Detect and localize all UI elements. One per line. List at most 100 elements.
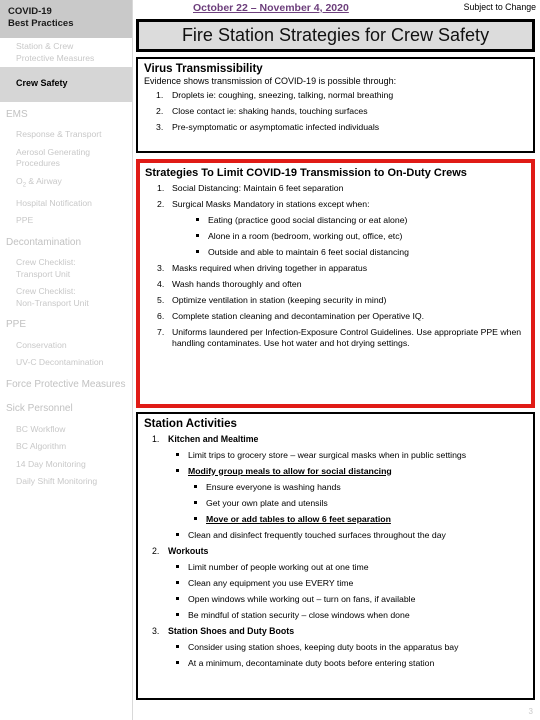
mask-exception-item-text: Alone in a room (bedroom, working out, o…	[208, 230, 403, 241]
strategies-list-part2: 3. Masks required when driving together i…	[140, 260, 531, 351]
activity-bullet-text: Clean any equipment you use EVERY time	[188, 577, 354, 588]
mask-exception-item: Outside and able to maintain 6 feet soci…	[140, 244, 531, 260]
sidebar-item-label-line1: Station & Crew	[16, 41, 74, 51]
strategy-item: 5. Optimize ventilation in station (keepi…	[140, 292, 531, 308]
virus-list-item-text: Droplets ie: coughing, sneezing, talking…	[172, 89, 394, 100]
sidebar-item-bc-workflow[interactable]: BC Workflow	[0, 421, 132, 439]
activity-sub-bullet-text: Ensure everyone is washing hands	[206, 481, 341, 492]
slide-title-box: Fire Station Strategies for Crew Safety	[136, 19, 535, 52]
sidebar-item-bc-algorithm[interactable]: BC Algorithm	[0, 438, 132, 456]
sidebar-item-ems-ppe[interactable]: PPE	[0, 212, 132, 230]
strategy-item-text: Masks required when driving together in …	[172, 262, 368, 273]
sidebar-header: COVID-19 Best Practices	[0, 0, 132, 38]
virus-list-item-text: Pre-symptomatic or asymptomatic infected…	[172, 121, 380, 132]
activity-bullet-text: Limit trips to grocery store – wear surg…	[188, 449, 467, 460]
activity-section-heading: 2. Workouts	[138, 543, 533, 559]
o2-prefix: O	[16, 175, 23, 186]
sidebar-item-crew-checklist-non-transport-unit[interactable]: Crew Checklist: Non-Transport Unit	[0, 283, 132, 312]
strategy-item: 1. Social Distancing: Maintain 6 feet sep…	[140, 180, 531, 196]
strategy-item-number: 7.	[157, 326, 165, 337]
activity-section: 1. Kitchen and Mealtime	[138, 431, 533, 447]
mask-exception-item: Alone in a room (bedroom, working out, o…	[140, 228, 531, 244]
strategy-item-text: Uniforms laundered per Infection-Exposur…	[172, 326, 522, 348]
sidebar-item-14-day-monitoring[interactable]: 14 Day Monitoring	[0, 456, 132, 474]
o2-suffix: & Airway	[26, 175, 62, 186]
strategy-item-number: 3.	[157, 262, 165, 273]
activity-bullet-text: Be mindful of station security – close w…	[188, 609, 410, 620]
sidebar-item-hospital-notification[interactable]: Hospital Notification	[0, 195, 132, 213]
sidebar-item-station-crew-protective-measures[interactable]: Station & Crew Protective Measures	[0, 38, 132, 67]
sidebar-group-decontamination: Decontamination	[6, 236, 82, 248]
virus-list-item-text: Close contact ie: shaking hands, touchin…	[172, 105, 368, 116]
activity-bullet-list: Consider using station shoes, keeping du…	[138, 639, 533, 671]
sidebar-group-ppe: PPE	[6, 319, 27, 331]
sidebar-group-force-protective-measures[interactable]: Force Protective Measures	[0, 372, 132, 397]
activity-bullet: Clean any equipment you use EVERY time	[138, 575, 533, 591]
sidebar-item-aerosol-generating-procedures[interactable]: Aerosol Generating Procedures	[0, 144, 132, 173]
sidebar-item-response-transport[interactable]: Response & Transport	[0, 126, 132, 144]
virus-transmissibility-panel: Virus Transmissibility Evidence shows tr…	[136, 57, 535, 153]
sidebar-item-crew-checklist-transport-unit[interactable]: Crew Checklist: Transport Unit	[0, 254, 132, 283]
activity-section-heading-number: 2.	[152, 545, 160, 556]
virus-panel-lead: Evidence shows transmission of COVID-19 …	[144, 76, 397, 86]
strategy-item-text: Wash hands thoroughly and often	[172, 278, 302, 289]
page-number: 3	[528, 707, 533, 716]
page-title: Fire Station Strategies for Crew Safety	[181, 25, 490, 45]
strategy-item-text: Complete station cleaning and decontamin…	[172, 310, 425, 321]
activity-bullet: Be mindful of station security – close w…	[138, 607, 533, 623]
activity-sub-bullet-text: Get your own plate and utensils	[206, 497, 328, 508]
strategy-item: 4. Wash hands thoroughly and often	[140, 276, 531, 292]
header-row: October 22 – November 4, 2020 Subject to…	[133, 0, 540, 17]
station-activities-body: 1. Kitchen and Mealtime Limit trips to gro…	[138, 431, 533, 671]
virus-list-item-number: 2.	[156, 105, 164, 116]
strategy-item: 7. Uniforms laundered per Infection-Expos…	[140, 324, 531, 351]
sidebar-item-label-line1: Crew Checklist:	[16, 257, 76, 268]
mask-exception-item: Eating (practice good social distancing …	[140, 212, 531, 228]
sidebar-item-crew-safety[interactable]: Crew Safety	[0, 75, 132, 93]
activity-bullet: At a minimum, decontaminate duty boots b…	[138, 655, 533, 671]
activity-section-heading-text: Station Shoes and Duty Boots	[168, 625, 295, 636]
sidebar-active-band: Crew Safety	[0, 67, 132, 102]
sidebar-header-line2: Best Practices	[8, 18, 74, 29]
sidebar-group-sick-personnel: Sick Personnel	[6, 403, 73, 415]
activity-sub-bullet-text: Move or add tables to allow 6 feet separ…	[206, 513, 391, 524]
strategy-item-number: 1.	[157, 182, 165, 193]
activity-bullet-list: Clean and disinfect frequently touched s…	[138, 527, 533, 543]
strategy-item: 2. Surgical Masks Mandatory in stations e…	[140, 196, 531, 212]
virus-list-item-number: 1.	[156, 89, 164, 100]
activity-bullet-list: Limit number of people working out at on…	[138, 559, 533, 623]
strategy-item: 3. Masks required when driving together i…	[140, 260, 531, 276]
strategy-item-number: 5.	[157, 294, 165, 305]
sidebar-item-label-line1: Crew Checklist:	[16, 286, 76, 297]
activity-bullet-text: Open windows while working out – turn on…	[188, 593, 416, 604]
sidebar-item-uvc-decontamination[interactable]: UV-C Decontamination	[0, 354, 132, 372]
sidebar-item-label-line2: Procedures	[16, 158, 60, 168]
activity-section-heading: 3. Station Shoes and Duty Boots	[138, 623, 533, 639]
activity-section-heading-number: 1.	[152, 433, 160, 444]
strategy-item-text: Optimize ventilation in station (keeping…	[172, 294, 387, 305]
activity-bullet-text: Clean and disinfect frequently touched s…	[188, 529, 446, 540]
sidebar-item-label-line2: Protective Measures	[16, 52, 95, 63]
sidebar-item-o2-and-airway[interactable]: O2 & Airway	[0, 173, 132, 195]
virus-transmission-list: 1. Droplets ie: coughing, sneezing, talki…	[138, 87, 533, 135]
activity-bullet-emphasized: Modify group meals to allow for social d…	[138, 463, 533, 479]
activity-section-heading: 1. Kitchen and Mealtime	[138, 431, 533, 447]
strategies-panel: Strategies To Limit COVID-19 Transmissio…	[136, 159, 535, 408]
activity-bullet-text: Consider using station shoes, keeping du…	[188, 641, 459, 652]
activity-sub-bullet: Get your own plate and utensils	[138, 495, 533, 511]
strategy-item: 6. Complete station cleaning and decontam…	[140, 308, 531, 324]
activity-bullet: Clean and disinfect frequently touched s…	[138, 527, 533, 543]
strategy-item-number: 4.	[157, 278, 165, 289]
activity-bullet-emphasized-text: Modify group meals to allow for social d…	[188, 465, 392, 476]
sidebar-item-daily-shift-monitoring[interactable]: Daily Shift Monitoring	[0, 473, 132, 491]
activity-bullet: Limit trips to grocery store – wear surg…	[138, 447, 533, 463]
sidebar-item-conservation[interactable]: Conservation	[0, 337, 132, 355]
virus-list-item: 3. Pre-symptomatic or asymptomatic infect…	[138, 119, 533, 135]
virus-list-item: 1. Droplets ie: coughing, sneezing, talki…	[138, 87, 533, 103]
main-content: October 22 – November 4, 2020 Subject to…	[133, 0, 540, 720]
sidebar-item-label-line2: Non-Transport Unit	[16, 297, 89, 308]
activity-bullet-text: At a minimum, decontaminate duty boots b…	[188, 657, 435, 668]
activity-section: 3. Station Shoes and Duty Boots	[138, 623, 533, 639]
strategy-item-text: Surgical Masks Mandatory in stations exc…	[172, 198, 370, 209]
activity-bullet: Consider using station shoes, keeping du…	[138, 639, 533, 655]
